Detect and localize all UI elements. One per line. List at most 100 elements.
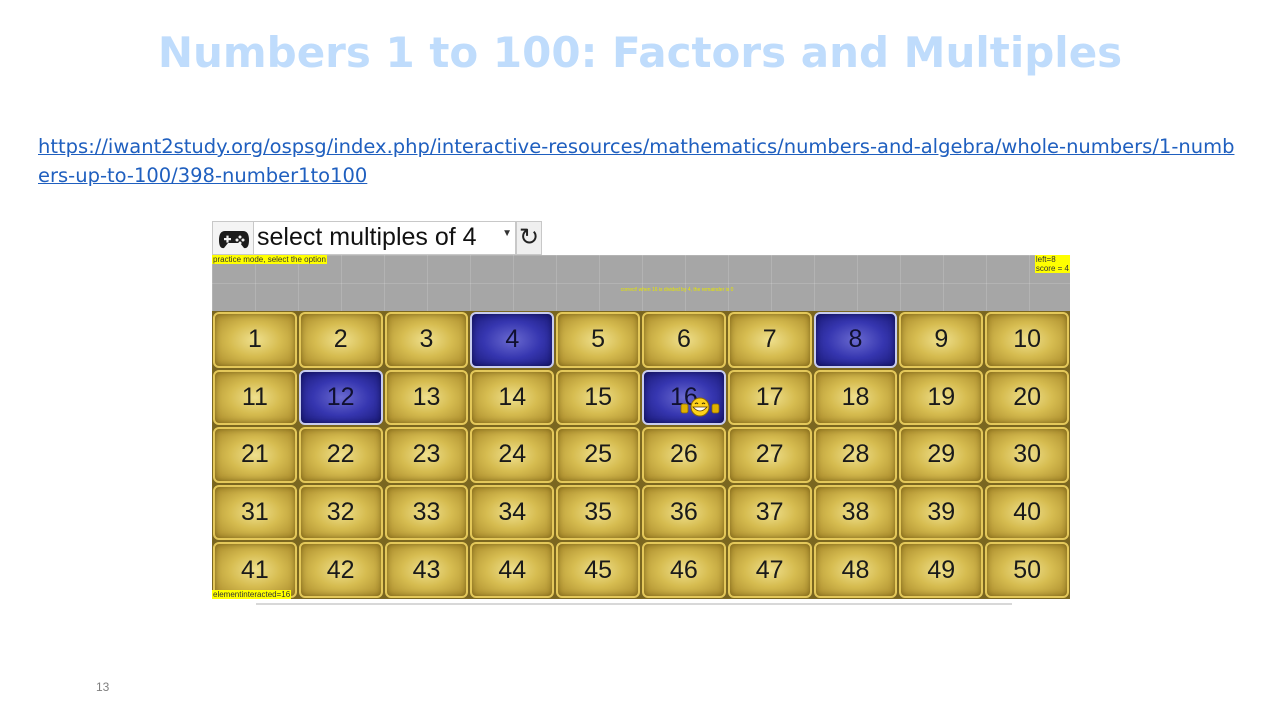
gamepad-button[interactable] xyxy=(212,221,254,255)
number-tile[interactable]: 31 xyxy=(213,484,297,541)
number-tile[interactable]: 21 xyxy=(213,427,297,483)
number-tile[interactable]: 42 xyxy=(298,542,383,598)
number-tile[interactable]: 29 xyxy=(899,427,984,483)
tile-number: 6 xyxy=(676,325,691,354)
status-area: practice mode, select the option left=8 … xyxy=(212,255,1070,311)
number-tile[interactable]: 35 xyxy=(556,484,640,541)
number-tile[interactable]: 11 xyxy=(213,369,297,426)
tile-number: 45 xyxy=(584,555,612,584)
tile-number: 11 xyxy=(241,382,268,411)
tile-number: 33 xyxy=(412,498,441,527)
number-tile[interactable]: 5 xyxy=(556,312,640,368)
number-tile[interactable]: 18 xyxy=(813,369,898,426)
number-tile[interactable]: 4 xyxy=(470,312,555,368)
number-tile[interactable]: 33 xyxy=(384,484,469,541)
number-tile[interactable]: 46 xyxy=(642,542,726,598)
tile-number: 9 xyxy=(934,325,949,354)
number-tile[interactable]: 12 xyxy=(298,369,383,426)
tile-number: 40 xyxy=(1013,498,1041,527)
tile-number: 31 xyxy=(240,498,269,527)
number-tile[interactable]: 40 xyxy=(985,484,1069,541)
horizontal-scrollbar[interactable] xyxy=(256,603,1012,605)
tile-number: 43 xyxy=(412,555,441,584)
tile-number: 44 xyxy=(498,555,527,584)
number-tile[interactable]: 26 xyxy=(642,427,726,483)
refresh-button[interactable]: ↻ xyxy=(516,221,542,255)
number-tile[interactable]: 2 xyxy=(298,312,383,368)
element-interacted-label: elementinteracted=16 xyxy=(212,590,292,599)
number-tile[interactable]: 27 xyxy=(727,427,812,483)
number-tile[interactable]: 20 xyxy=(985,369,1069,426)
number-tile[interactable]: 15 xyxy=(556,369,640,426)
number-tile[interactable]: 49 xyxy=(899,542,984,598)
number-tile[interactable]: 30 xyxy=(985,427,1069,483)
number-tile[interactable]: 39 xyxy=(899,484,984,541)
number-tile[interactable]: 22 xyxy=(298,427,383,483)
tile-number: 36 xyxy=(669,498,698,527)
tile-number: 47 xyxy=(755,555,784,584)
tile-number: 2 xyxy=(333,325,348,354)
stats-box: left=8 score = 4 xyxy=(1034,255,1070,273)
number-tile[interactable]: 45 xyxy=(556,542,640,598)
tile-number: 42 xyxy=(326,555,355,584)
number-tile[interactable]: 24 xyxy=(470,427,555,483)
tile-number: 37 xyxy=(755,498,784,527)
tile-number: 13 xyxy=(412,382,441,411)
number-tile[interactable]: 14 xyxy=(470,369,555,426)
number-tile[interactable]: 32 xyxy=(298,484,383,541)
number-tile[interactable]: 48 xyxy=(813,542,898,598)
tile-number: 5 xyxy=(591,325,606,354)
tile-number: 14 xyxy=(498,382,527,411)
number-tile[interactable]: 23 xyxy=(384,427,469,483)
number-tile[interactable]: 8 xyxy=(813,312,898,368)
tile-number: 4 xyxy=(505,325,520,354)
number-tile[interactable]: 43 xyxy=(384,542,469,598)
number-tile[interactable]: 34 xyxy=(470,484,555,541)
tile-number: 19 xyxy=(927,382,956,411)
number-tile[interactable]: 9 xyxy=(899,312,984,368)
tile-number: 23 xyxy=(412,440,441,469)
tile-number: 34 xyxy=(498,498,527,527)
number-tile[interactable]: 38 xyxy=(813,484,898,541)
tile-number: 8 xyxy=(848,325,863,354)
tile-number: 38 xyxy=(841,498,870,527)
tile-number: 35 xyxy=(584,498,612,527)
number-tile[interactable]: 16 xyxy=(642,369,726,426)
number-grid: 1 2 3 4 5 6 7 8 9 10 11 12 13 14 15 16 17 18 19 20 21 22 23 24 2… xyxy=(212,311,1070,599)
score-label: score = 4 xyxy=(1035,264,1069,273)
tile-number: 18 xyxy=(841,382,870,411)
tile-number: 3 xyxy=(419,325,434,354)
select-value: select multiples of 4 xyxy=(257,223,477,251)
tile-number: 28 xyxy=(841,440,870,469)
tile-number: 27 xyxy=(755,440,784,469)
number-tile[interactable]: 10 xyxy=(985,312,1069,368)
tile-number: 39 xyxy=(927,498,956,527)
refresh-icon: ↻ xyxy=(518,224,540,251)
number-tile[interactable]: 25 xyxy=(556,427,640,483)
number-tile[interactable]: 36 xyxy=(642,484,726,541)
number-tile[interactable]: 6 xyxy=(642,312,726,368)
tile-number: 29 xyxy=(927,440,956,469)
gamepad-icon xyxy=(219,231,249,249)
number-tile[interactable]: 37 xyxy=(727,484,812,541)
number-tile[interactable]: 28 xyxy=(813,427,898,483)
tile-number: 20 xyxy=(1013,382,1041,411)
number-tile[interactable]: 19 xyxy=(899,369,984,426)
tile-number: 7 xyxy=(762,325,777,354)
tile-number: 26 xyxy=(669,440,698,469)
resource-link[interactable]: https://iwant2study.org/ospsg/index.php/… xyxy=(38,132,1246,190)
multiples-select[interactable]: select multiples of 4 ▼ xyxy=(254,221,516,255)
smiley-thumbs-up-icon xyxy=(680,396,720,423)
tile-number: 48 xyxy=(841,555,870,584)
number-tile[interactable]: 17 xyxy=(727,369,812,426)
number-tile[interactable]: 44 xyxy=(470,542,555,598)
number-tile[interactable]: 13 xyxy=(384,369,469,426)
number-tile[interactable]: 47 xyxy=(727,542,812,598)
number-tile[interactable]: 1 xyxy=(213,312,297,368)
number-tile[interactable]: 50 xyxy=(985,542,1069,598)
number-tile[interactable]: 7 xyxy=(727,312,812,368)
tile-number: 21 xyxy=(240,440,269,469)
tile-number: 25 xyxy=(584,440,612,469)
tile-number: 41 xyxy=(240,555,269,584)
number-tile[interactable]: 3 xyxy=(384,312,469,368)
